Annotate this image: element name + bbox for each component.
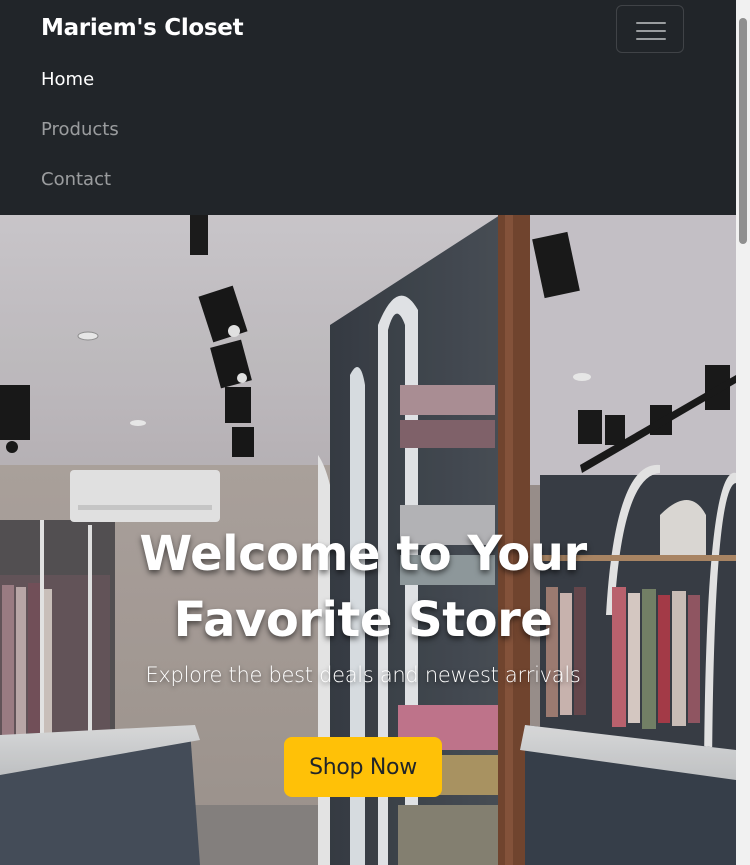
nav-link-products[interactable]: Products	[41, 119, 119, 140]
navbar: Mariem's Closet Home Products Contact	[0, 0, 736, 215]
brand-logo-link[interactable]: Mariem's Closet	[41, 15, 244, 41]
hero-subtitle: Explore the best deals and newest arriva…	[145, 663, 581, 687]
scrollbar-thumb[interactable]	[739, 18, 747, 244]
nav-link-contact[interactable]: Contact	[41, 169, 111, 190]
hero-section: Welcome to Your Favorite Store Explore t…	[0, 215, 736, 865]
nav-link-home[interactable]: Home	[41, 69, 94, 90]
page: Mariem's Closet Home Products Contact We…	[0, 0, 736, 865]
page-scrollbar[interactable]	[736, 0, 750, 865]
navbar-toggle-button[interactable]	[616, 5, 684, 53]
hero-title: Welcome to Your Favorite Store	[139, 526, 587, 648]
shop-now-button[interactable]: Shop Now	[284, 737, 442, 797]
